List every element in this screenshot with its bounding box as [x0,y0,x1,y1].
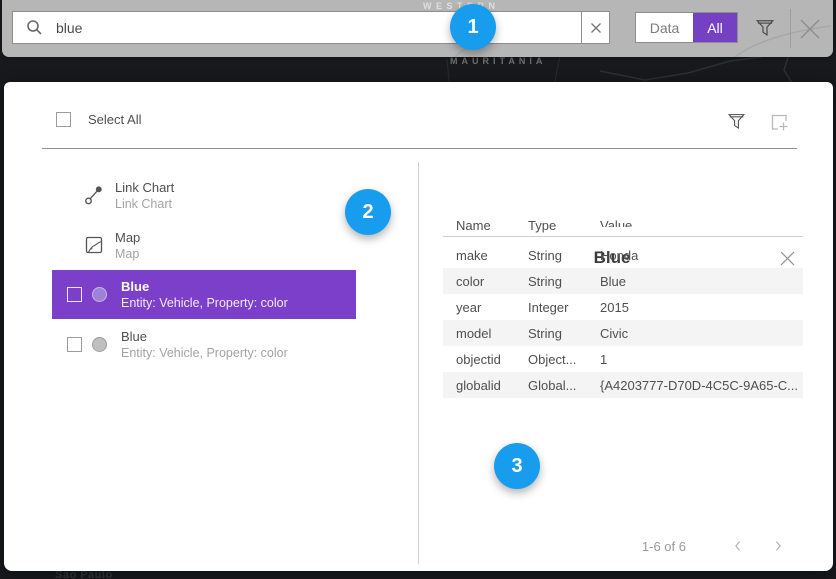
cell-type: Object... [515,352,587,367]
header-divider [42,148,797,149]
topbar-divider [790,9,791,48]
table-header: Name Type Value [443,218,803,237]
table-row: make String Honda [443,242,803,268]
cell-value: 2015 [587,300,803,315]
annotation-badge-2: 2 [345,189,391,235]
link-chart-icon [83,183,105,207]
item-title: Map [115,229,140,246]
item-title: Blue [121,278,288,295]
clear-search-button[interactable] [581,12,609,43]
previous-page-icon[interactable] [726,534,750,558]
filter-icon[interactable] [753,16,777,40]
column-header-type: Type [515,218,587,227]
cell-value: Civic [587,326,803,341]
list-item-blue-selected[interactable]: Blue Entity: Vehicle, Property: color [52,270,356,319]
column-header-value: Value [587,218,803,227]
cell-name: year [443,300,515,315]
pagination: 1-6 of 6 [422,534,804,558]
column-header-name: Name [443,218,515,227]
item-title: Blue [121,328,288,345]
cell-type: String [515,274,587,289]
select-all-label: Select All [88,112,141,127]
search-box [12,11,610,44]
table-row: objectid Object... 1 [443,346,803,372]
item-checkbox[interactable] [67,337,82,352]
cell-name: globalid [443,378,515,393]
item-subtitle: Entity: Vehicle, Property: color [121,345,288,361]
cell-name: objectid [443,352,515,367]
scope-toggle: Data All [635,12,738,43]
cell-value: 1 [587,352,803,367]
add-to-selection-icon[interactable] [767,110,791,134]
cell-value: Blue [587,274,803,289]
next-page-icon[interactable] [766,534,790,558]
cell-name: make [443,248,515,263]
list-item-blue[interactable]: Blue Entity: Vehicle, Property: color [52,319,356,369]
item-checkbox[interactable] [67,287,82,302]
table-row: globalid Global... {A4203777-D70D-4C5C-9… [443,372,803,398]
table-row: year Integer 2015 [443,294,803,320]
entity-dot-icon [92,287,107,302]
table-row: model String Civic [443,320,803,346]
close-search-icon[interactable] [796,15,824,43]
item-subtitle: Link Chart [115,196,174,212]
table-row: color String Blue [443,268,803,294]
pagination-label: 1-6 of 6 [642,539,686,554]
list-detail-divider [418,162,419,564]
cell-type: Global... [515,378,587,393]
cell-name: color [443,274,515,289]
toggle-option-all[interactable]: All [693,13,737,42]
select-all-checkbox[interactable] [56,112,71,127]
cell-value: Honda [587,248,803,263]
cell-name: model [443,326,515,341]
map-label-mauritania: MAURITANIA [450,56,546,66]
cell-type: String [515,248,587,263]
annotation-badge-1: 1 [450,4,496,50]
search-input[interactable] [56,20,581,36]
cell-type: String [515,326,587,341]
results-list: Link Chart Link Chart Map Map Blue Entit… [52,170,356,369]
list-item-map[interactable]: Map Map [52,220,356,270]
map-icon [83,235,105,255]
item-subtitle: Entity: Vehicle, Property: color [121,295,288,311]
select-all-control[interactable]: Select All [56,112,141,127]
results-filter-icon[interactable] [724,109,748,133]
search-header-bar: WESTERN Data All [2,0,833,57]
annotation-badge-3: 3 [494,443,540,489]
item-title: Link Chart [115,179,174,196]
entity-dot-icon [92,337,107,352]
item-subtitle: Map [115,246,140,262]
search-icon [26,19,43,36]
attributes-table: Name Type Value make String Honda color … [443,218,803,398]
map-border-lines [0,55,836,85]
cell-type: Integer [515,300,587,315]
search-results-panel: Select All Link Chart Link Chart Map Map [4,82,833,571]
toggle-option-data[interactable]: Data [636,13,693,42]
cell-value: {A4203777-D70D-4C5C-9A65-C... [587,378,803,393]
list-item-link-chart[interactable]: Link Chart Link Chart [52,170,356,220]
